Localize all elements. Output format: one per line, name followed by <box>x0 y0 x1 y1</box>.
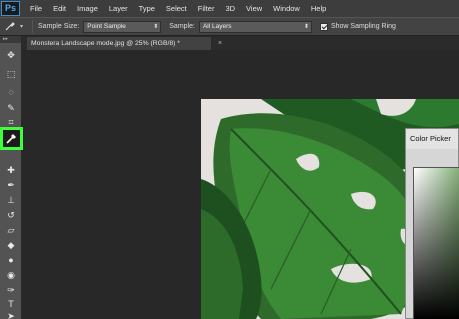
close-tab-icon[interactable]: × <box>218 37 222 50</box>
tools-panel: ▸▸ ✥ ⬚ ◌ ✎ ⌗ ✚ ✒ ⊥ ↺ ▱ ◆ ● ◉ ✑ T ➤ <box>0 36 23 319</box>
clone-stamp-tool-icon[interactable]: ⊥ <box>4 194 18 207</box>
sample-size-label: Sample Size: <box>38 23 80 30</box>
sample-label: Sample: <box>169 23 195 30</box>
path-selection-tool-icon[interactable]: ➤ <box>4 310 18 319</box>
color-picker-field[interactable] <box>413 167 459 319</box>
menu-3d[interactable]: 3D <box>225 4 235 13</box>
healing-brush-tool-icon[interactable]: ✚ <box>4 164 18 177</box>
chevron-updown-icon: ⬍ <box>303 23 309 30</box>
color-picker-dialog: Color Picker <box>405 128 459 319</box>
crop-tool-icon[interactable]: ⌗ <box>4 116 18 129</box>
menu-select[interactable]: Select <box>166 4 187 13</box>
options-bar: ▾ Sample Size: Point Sample ⬍ Sample: Al… <box>0 17 459 36</box>
menu-image[interactable]: Image <box>77 4 98 13</box>
history-brush-tool-icon[interactable]: ↺ <box>4 209 18 222</box>
sample-layers-select[interactable]: All Layers ⬍ <box>198 20 312 33</box>
marquee-tool-icon[interactable]: ⬚ <box>4 68 18 81</box>
color-picker-title[interactable]: Color Picker <box>406 129 458 149</box>
main-menu: File Edit Image Layer Type Select Filter… <box>30 4 337 13</box>
show-sampling-ring-label: Show Sampling Ring <box>330 23 396 30</box>
menu-view[interactable]: View <box>246 4 262 13</box>
photoshop-logo: Ps <box>1 1 20 16</box>
dodge-tool-icon[interactable]: ◉ <box>4 269 18 282</box>
menu-file[interactable]: File <box>30 4 42 13</box>
quick-selection-tool-icon[interactable]: ✎ <box>4 102 18 115</box>
menu-edit[interactable]: Edit <box>53 4 66 13</box>
move-tool-icon[interactable]: ✥ <box>4 49 18 62</box>
pen-tool-icon[interactable]: ✑ <box>4 284 18 297</box>
document-tab[interactable]: Monstera Landscape mode.jpg @ 25% (RGB/8… <box>27 37 211 50</box>
lasso-tool-icon[interactable]: ◌ <box>4 86 18 99</box>
eraser-tool-icon[interactable]: ▱ <box>4 224 18 237</box>
tools-collapse-handle[interactable]: ▸▸ <box>0 36 21 43</box>
blur-tool-icon[interactable]: ● <box>4 254 18 267</box>
document-tab-bar: Monstera Landscape mode.jpg @ 25% (RGB/8… <box>23 36 459 50</box>
menu-window[interactable]: Window <box>273 4 300 13</box>
menu-help[interactable]: Help <box>311 4 326 13</box>
paint-bucket-tool-icon[interactable]: ◆ <box>4 239 18 252</box>
eyedropper-icon[interactable] <box>4 20 20 34</box>
canvas-area[interactable] <box>23 50 459 319</box>
menu-type[interactable]: Type <box>139 4 155 13</box>
brush-tool-icon[interactable]: ✒ <box>4 179 18 192</box>
menu-bar: Ps File Edit Image Layer Type Select Fil… <box>0 0 459 17</box>
menu-layer[interactable]: Layer <box>109 4 128 13</box>
chevron-updown-icon: ⬍ <box>153 23 159 30</box>
tool-preset-chevron-down-icon[interactable]: ▾ <box>20 23 23 30</box>
divider <box>32 20 34 33</box>
show-sampling-ring-checkbox[interactable] <box>319 22 328 31</box>
sample-size-select[interactable]: Point Sample ⬍ <box>83 20 162 33</box>
eyedropper-tool-icon[interactable] <box>0 127 23 150</box>
sample-size-value: Point Sample <box>87 22 126 30</box>
sample-layers-value: All Layers <box>202 22 232 30</box>
menu-filter[interactable]: Filter <box>198 4 215 13</box>
